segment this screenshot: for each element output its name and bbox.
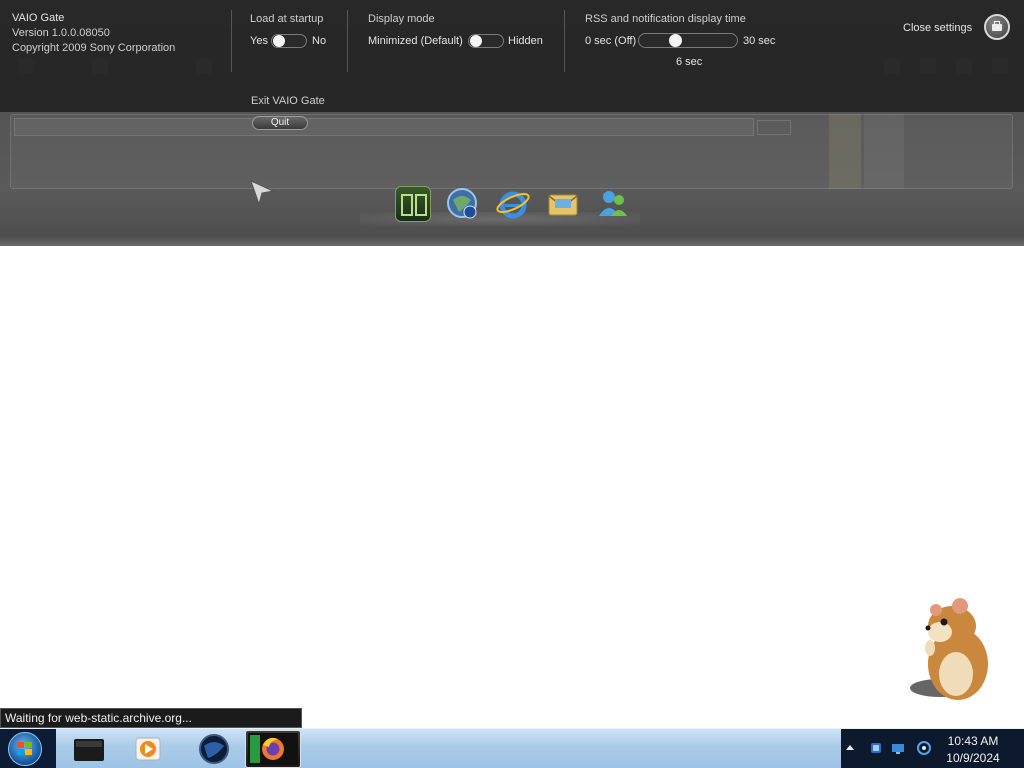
- world-clock-glyph: [447, 188, 477, 219]
- messenger-glyph: [599, 191, 627, 216]
- load-at-startup-no-label: No: [312, 35, 327, 47]
- network-icon[interactable]: [869, 741, 883, 755]
- rss-min-label: 0 sec (Off): [585, 35, 637, 47]
- folder-glyph: [74, 739, 104, 761]
- rss-display-time-label: RSS and notification display time: [585, 13, 746, 25]
- display-mode-label: Display mode: [368, 13, 435, 25]
- toggle-knob: [470, 35, 482, 47]
- background-calendar-tile: [864, 114, 904, 189]
- folder-icon[interactable]: [62, 730, 118, 768]
- divider: [564, 10, 565, 72]
- load-at-startup-toggle[interactable]: [271, 34, 307, 48]
- app-version: Version 1.0.0.08050: [12, 27, 110, 39]
- load-at-startup-label: Load at startup: [250, 13, 324, 25]
- mail-glyph: [548, 194, 578, 216]
- display-icon[interactable]: [891, 741, 905, 755]
- globe-app-glyph: [199, 734, 229, 764]
- vaio-gate-settings-bar: VAIO Gate Version 1.0.0.08050 Copyright …: [0, 0, 1024, 112]
- display-mode-hidden-label: Hidden: [508, 35, 543, 47]
- start-button[interactable]: [0, 729, 56, 768]
- media-app-icon[interactable]: [395, 186, 431, 222]
- browser-status-text: Waiting for web-static.archive.org...: [0, 708, 302, 728]
- mouse-cursor-icon: [250, 180, 275, 206]
- rss-current-value: 6 sec: [676, 56, 703, 68]
- app-name: VAIO Gate: [12, 12, 65, 24]
- clock-date[interactable]: 10/9/2024: [943, 751, 1003, 765]
- background-go-button: [757, 120, 791, 135]
- rss-max-label: 30 sec: [743, 35, 776, 47]
- media-player-icon[interactable]: [120, 730, 176, 768]
- app-copyright: Copyright 2009 Sony Corporation: [12, 42, 176, 54]
- toggle-knob: [273, 35, 285, 47]
- ie-glyph: [496, 191, 530, 219]
- media-app-glyph: [401, 194, 427, 216]
- close-settings-label[interactable]: Close settings: [903, 22, 972, 34]
- clock-time[interactable]: 10:43 AM: [943, 734, 1003, 748]
- background-url-field: [14, 118, 754, 136]
- rss-display-time-slider[interactable]: [638, 33, 738, 48]
- internet-explorer-icon[interactable]: [495, 186, 531, 222]
- exit-vaio-gate-label: Exit VAIO Gate: [251, 95, 325, 107]
- slider-thumb[interactable]: [669, 34, 682, 47]
- globe-app-icon[interactable]: [186, 730, 242, 768]
- windows-flag-glyph: [17, 742, 32, 755]
- background-calendar-tile: [829, 114, 861, 189]
- media-player-glyph: [135, 737, 161, 761]
- firefox-glyph: [248, 733, 298, 765]
- divider: [231, 10, 232, 72]
- volume-icon[interactable]: [917, 741, 931, 755]
- briefcase-body: [992, 24, 1002, 31]
- divider: [347, 10, 348, 72]
- show-hidden-icons-icon[interactable]: [845, 741, 855, 755]
- display-mode-toggle[interactable]: [468, 34, 504, 48]
- briefcase-icon[interactable]: [984, 14, 1010, 40]
- quit-button[interactable]: Quit: [252, 116, 308, 130]
- windows-logo-icon: [8, 732, 42, 766]
- hamster-mascot-icon: [910, 598, 988, 700]
- messenger-icon[interactable]: [595, 186, 631, 222]
- taskbar: 10:43 AM 10/9/2024: [0, 728, 1024, 768]
- display-mode-minimized-label: Minimized (Default): [368, 35, 463, 47]
- mail-icon[interactable]: [545, 186, 581, 222]
- load-at-startup-yes-label: Yes: [250, 35, 268, 47]
- firefox-icon[interactable]: [245, 730, 301, 768]
- world-clock-icon[interactable]: [445, 186, 481, 222]
